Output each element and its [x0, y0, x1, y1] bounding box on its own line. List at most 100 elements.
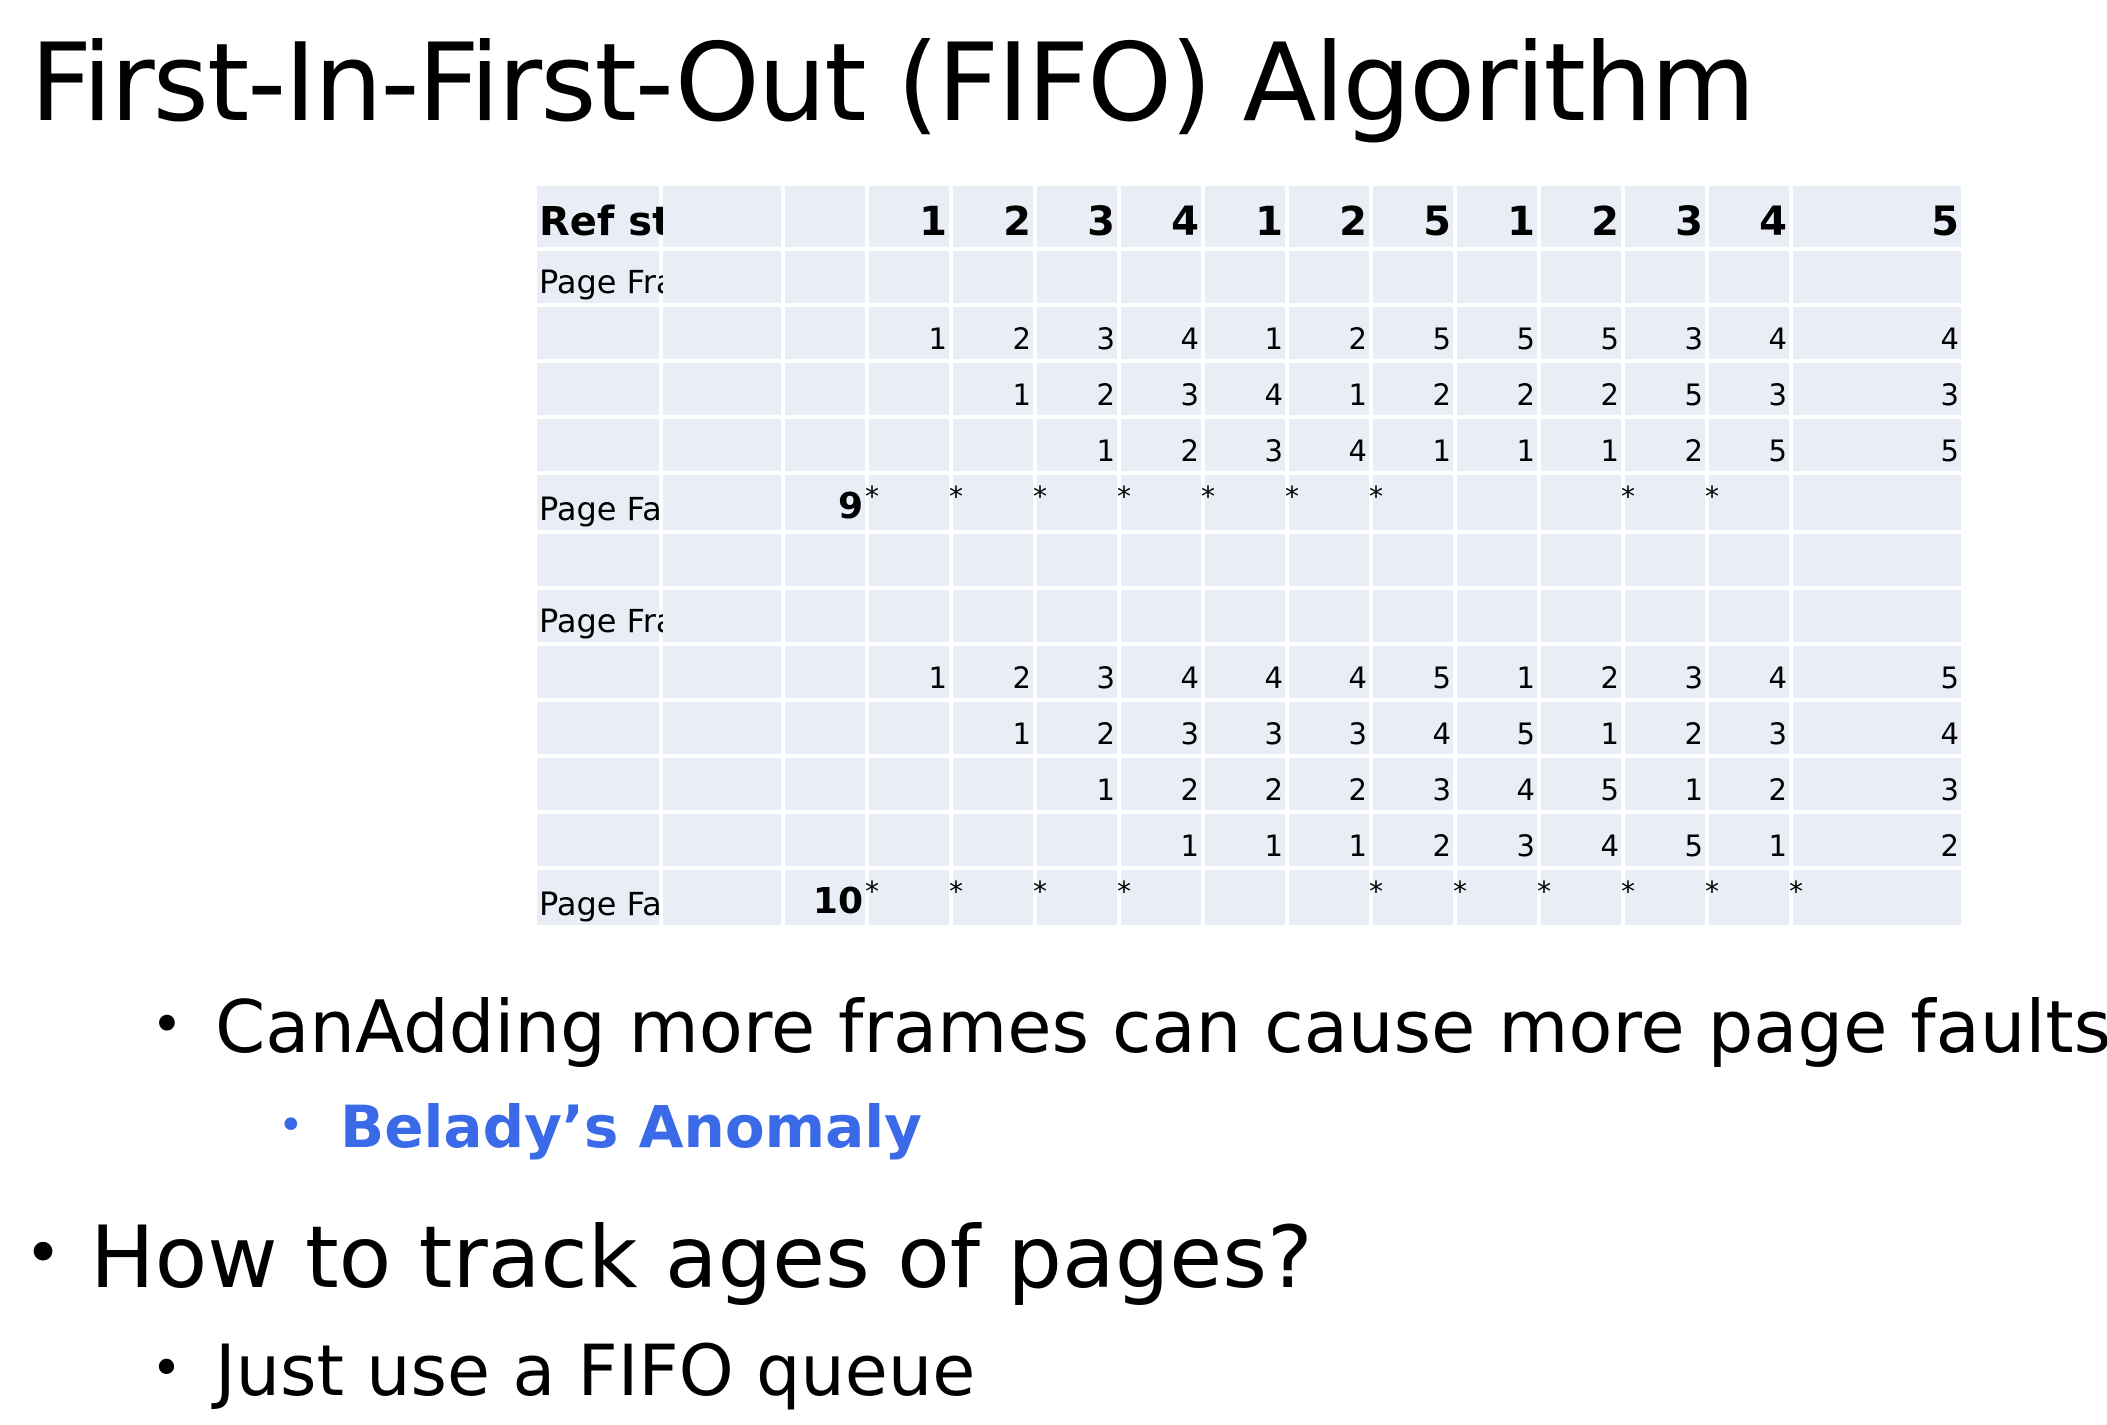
empty-cell	[1457, 251, 1537, 303]
page-fault-marker: *	[1789, 870, 1961, 925]
frame-value: 1	[953, 363, 1033, 415]
empty-cell	[663, 814, 781, 866]
slide-title: First-In-First-Out (FIFO) Algorithm	[30, 21, 1756, 146]
frame-value: 2	[1709, 758, 1789, 810]
page-fault-marker: *	[1033, 870, 1117, 925]
empty-cell	[1037, 251, 1117, 303]
empty-cell	[1037, 590, 1117, 642]
empty-cell	[953, 251, 1033, 303]
frame-value	[1037, 814, 1117, 866]
frame-value: 2	[1541, 363, 1621, 415]
frame-value: 4	[1373, 702, 1453, 754]
empty-cell	[1205, 251, 1285, 303]
frame-value: 2	[1793, 814, 1961, 866]
frame-value: 1	[1037, 758, 1117, 810]
page-frames-header-row: Page Frames	[537, 590, 1961, 642]
fault-star: *	[1033, 480, 1047, 513]
frame-value: 3	[1121, 702, 1201, 754]
bullet-text: How to track ages of pages?	[90, 1208, 1313, 1308]
fault-star: *	[1285, 480, 1299, 513]
empty-cell	[663, 702, 781, 754]
empty-cell	[1457, 534, 1537, 586]
frame-value	[869, 363, 949, 415]
page-fault-marker: *	[865, 475, 949, 530]
frame-value: 3	[1709, 363, 1789, 415]
empty-cell	[663, 646, 781, 698]
frame-value: 3	[1205, 702, 1285, 754]
page-frames-label: Page Frames	[537, 251, 743, 303]
page-fault-marker: *	[865, 870, 949, 925]
page-fault-marker: *	[1621, 475, 1705, 530]
empty-cell	[537, 702, 659, 754]
frame-value: 4	[1121, 646, 1201, 698]
frame-value: 1	[953, 702, 1033, 754]
fault-star: *	[1621, 875, 1635, 908]
frame-value: 2	[953, 307, 1033, 359]
frame-value: 2	[1289, 758, 1369, 810]
frame-value	[953, 758, 1033, 810]
frame-value: 4	[1793, 702, 1961, 754]
bullet-fifo-queue: • Just use a FIFO queue	[151, 1330, 976, 1412]
ref-string-value: 5	[1373, 186, 1453, 247]
frame-value	[869, 758, 949, 810]
empty-cell	[537, 758, 659, 810]
empty-cell	[785, 590, 865, 642]
ref-string-value: 1	[1457, 186, 1537, 247]
page-fault-marker	[1205, 870, 1285, 925]
fault-star: *	[1621, 480, 1635, 513]
empty-cell	[785, 419, 865, 471]
frame-value: 5	[1625, 814, 1705, 866]
empty-cell	[1457, 590, 1537, 642]
empty-cell	[1793, 251, 1961, 303]
frame-value: 3	[1205, 419, 1285, 471]
ref-string-value: 1	[869, 186, 949, 247]
frame-value: 1	[1205, 814, 1285, 866]
empty-cell	[953, 590, 1033, 642]
empty-cell	[785, 307, 865, 359]
empty-cell	[1289, 251, 1369, 303]
empty-cell	[953, 534, 1033, 586]
empty-cell	[1205, 590, 1285, 642]
empty-cell	[1709, 590, 1789, 642]
bullet-text: Just use a FIFO queue	[215, 1330, 976, 1412]
frame-value: 1	[1373, 419, 1453, 471]
page-fault-label: Page Fault	[537, 475, 703, 530]
empty-cell	[1709, 251, 1789, 303]
fault-star: *	[1537, 875, 1551, 908]
frame-row: 123444512345	[537, 646, 1961, 698]
empty-cell	[663, 870, 781, 925]
bullet-track-ages: • How to track ages of pages?	[24, 1208, 1313, 1308]
page-fault-marker	[1541, 475, 1621, 530]
frame-value: 1	[1457, 419, 1537, 471]
frame-value: 5	[1625, 363, 1705, 415]
page-fault-marker: *	[949, 475, 1033, 530]
frame-value: 1	[1121, 814, 1201, 866]
empty-cell	[1541, 534, 1621, 586]
empty-cell	[1625, 590, 1705, 642]
bullet-dot-icon: •	[278, 1101, 304, 1151]
frame-value	[869, 419, 949, 471]
page-fault-marker	[1289, 870, 1369, 925]
frame-value: 5	[1541, 758, 1621, 810]
page-fault-marker: *	[1033, 475, 1117, 530]
bullet-dot-icon: •	[24, 1216, 63, 1291]
empty-cell	[785, 186, 865, 247]
bullet-text: CanAdding more frames can cause more pag…	[215, 985, 2107, 1069]
empty-cell	[1373, 534, 1453, 586]
ref-string-value: 2	[953, 186, 1033, 247]
frame-value: 2	[1289, 307, 1369, 359]
fault-star: *	[865, 875, 879, 908]
frame-value: 3	[1625, 307, 1705, 359]
frame-value: 2	[1457, 363, 1537, 415]
frame-row: 12341222533	[537, 363, 1961, 415]
frame-value: 3	[1037, 646, 1117, 698]
frame-value: 3	[1457, 814, 1537, 866]
fault-star: *	[1789, 875, 1803, 908]
frame-value: 3	[1793, 363, 1961, 415]
page-fault-total: 10	[785, 870, 865, 925]
frame-value: 4	[1121, 307, 1201, 359]
empty-cell	[663, 475, 781, 530]
empty-cell	[1541, 251, 1621, 303]
frame-value: 1	[1541, 702, 1621, 754]
ref-string-value: 1	[1205, 186, 1285, 247]
